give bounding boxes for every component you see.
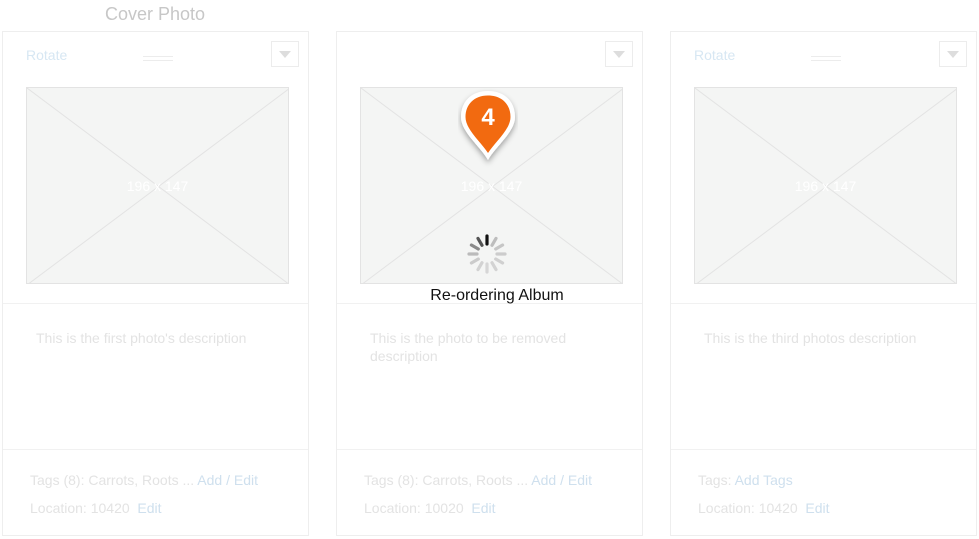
divider [3,449,308,450]
location-row: Location: 10420 Edit [698,500,830,516]
tags-edit-link[interactable]: Add Tags [735,472,793,488]
location-text: Location: 10420 [30,500,130,516]
location-text: Location: 10420 [698,500,798,516]
photo-dimensions: 196 x 147 [794,178,857,194]
card-menu-dropdown[interactable] [939,41,967,67]
photo-description[interactable]: This is the first photo's description [36,329,276,347]
tags-edit-link[interactable]: Add / Edit [197,472,258,488]
location-text: Location: 10020 [364,500,464,516]
chevron-down-icon [947,51,959,58]
rotate-link[interactable]: Rotate [26,47,67,63]
location-row: Location: 10020 Edit [364,500,496,516]
photo-card-1: Rotate 196 x 147 This is the first photo… [2,31,309,536]
photo-dimensions: 196 x 147 [126,178,189,194]
tags-row: Tags (8): Carrots, Roots ... Add / Edit [30,472,258,488]
location-edit-link[interactable]: Edit [805,500,829,516]
card-menu-dropdown[interactable] [605,41,633,67]
loading-spinner-icon [467,234,507,274]
divider [671,303,976,304]
step-marker-pin-icon: 4 [461,91,515,160]
tags-row: Tags: Add Tags [698,472,793,488]
reordering-status: Re-ordering Album [430,287,564,304]
card-menu-dropdown[interactable] [271,41,299,67]
photo-description[interactable]: This is the third photos description [704,329,944,347]
drag-handle-icon[interactable] [811,56,841,66]
tags-edit-link[interactable]: Add / Edit [531,472,592,488]
location-row: Location: 10420 Edit [30,500,162,516]
photo-card-3: Rotate 196 x 147 This is the third photo… [670,31,977,536]
divider [337,449,642,450]
divider [671,449,976,450]
location-edit-link[interactable]: Edit [471,500,495,516]
drag-handle-icon[interactable] [143,56,173,66]
photo-description[interactable]: This is the photo to be removed descript… [370,329,610,365]
tags-row: Tags (8): Carrots, Roots ... Add / Edit [364,472,592,488]
chevron-down-icon [279,51,291,58]
photo-placeholder: 196 x 147 [694,87,957,284]
rotate-link[interactable]: Rotate [694,47,735,63]
divider [3,303,308,304]
chevron-down-icon [613,51,625,58]
tags-text: Tags (8): Carrots, Roots ... [364,472,529,488]
photo-dimensions: 196 x 147 [460,178,523,194]
location-edit-link[interactable]: Edit [137,500,161,516]
tags-text: Tags: [698,472,732,488]
cover-photo-label: Cover Photo [105,4,206,24]
step-marker-number: 4 [481,104,495,131]
tags-text: Tags (8): Carrots, Roots ... [30,472,195,488]
photo-placeholder: 196 x 147 [26,87,289,284]
